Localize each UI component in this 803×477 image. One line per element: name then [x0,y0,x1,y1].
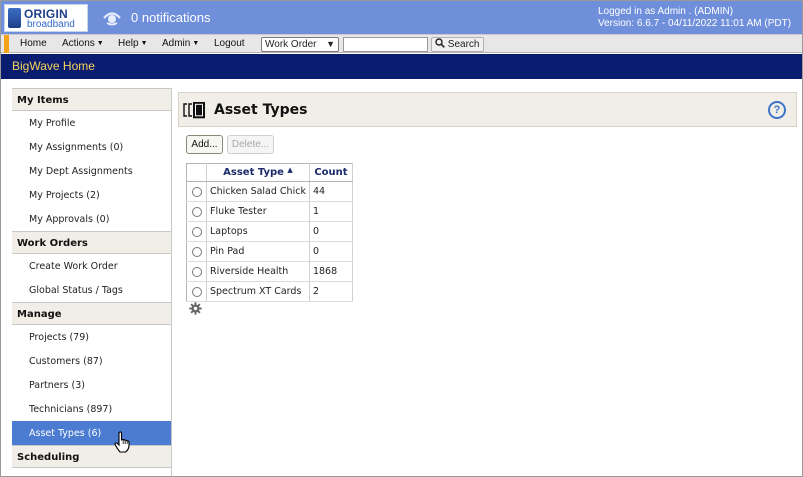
row-select[interactable] [186,281,207,302]
notification-bell-icon[interactable] [101,9,123,26]
sort-ascending-icon: ▲ [287,166,293,174]
asset-type-cell: Laptops [206,221,310,242]
sidebar-heading-manage: Manage [12,302,171,325]
app-window: ORIGIN broadband 0 notifications Logged … [0,0,803,477]
row-select[interactable] [186,181,207,202]
asset-type-cell: Fluke Tester [206,201,310,222]
logo-mark [8,8,21,28]
row-select[interactable] [186,241,207,262]
search-icon [435,38,445,48]
menu-actions[interactable]: Actions ▼ [62,38,104,49]
asset-type-cell: Pin Pad [206,241,310,262]
menu-actions-label: Actions [62,38,95,49]
search-type-select[interactable]: Work Order ▼ [261,37,339,52]
count-cell: 2 [309,281,353,302]
sidebar-item-global-status-tags[interactable]: Global Status / Tags [12,278,171,302]
menu-bar: Home Actions ▼ Help ▼ Admin ▼ Logout Work O… [1,34,802,53]
notifications[interactable]: 0 notifications [101,9,211,26]
count-cell: 1 [309,201,353,222]
sidebar: My Items My Profile My Assignments (0) M… [12,88,172,476]
logged-in-user: Logged in as Admin . (ADMIN) [598,6,734,17]
caret-down-icon: ▼ [192,40,200,47]
count-cell: 0 [309,241,353,262]
column-label-asset-type: Asset Type [223,167,284,178]
page-title: Asset Types [214,102,308,118]
sidebar-item-partners[interactable]: Partners (3) [12,373,171,397]
content-header: Asset Types ? [178,92,797,127]
sidebar-heading-my-items: My Items [12,88,171,111]
caret-down-icon: ▼ [96,40,104,47]
delete-button[interactable]: Delete... [227,135,274,154]
radio-button[interactable] [191,246,202,257]
table-row[interactable]: Spectrum XT Cards 2 [186,281,353,302]
company-logo[interactable]: ORIGIN broadband [4,4,88,32]
table-header-row: Asset Type ▲ Count [186,163,353,182]
table-row[interactable]: Riverside Health 1868 [186,261,353,282]
table-row[interactable]: Chicken Salad Chick 44 [186,181,353,202]
sidebar-item-create-work-order[interactable]: Create Work Order [12,254,171,278]
radio-button[interactable] [191,206,202,217]
menu-accent [4,35,9,53]
menu-logout-label: Logout [214,38,245,49]
asset-types-table: Asset Type ▲ Count Chicken Salad Chick 4… [186,163,353,302]
sidebar-item-my-profile[interactable]: My Profile [12,111,171,135]
table-row[interactable]: Fluke Tester 1 [186,201,353,222]
add-button[interactable]: Add... [186,135,223,154]
logo-line-2: broadband [27,19,75,30]
sidebar-item-my-approvals[interactable]: My Approvals (0) [12,207,171,231]
search-input[interactable] [343,37,428,52]
row-select[interactable] [186,221,207,242]
gear-icon[interactable] [189,302,202,315]
sidebar-item-customers[interactable]: Customers (87) [12,349,171,373]
radio-button[interactable] [191,186,202,197]
search-type-value: Work Order [265,39,317,50]
sidebar-item-my-assignments[interactable]: My Assignments (0) [12,135,171,159]
notifications-count[interactable]: 0 notifications [131,10,211,25]
menu-admin-label: Admin [162,38,191,49]
asset-types-icon [183,102,205,119]
caret-down-icon: ▼ [140,40,148,47]
column-header-count[interactable]: Count [309,163,353,182]
table-row[interactable]: Laptops 0 [186,221,353,242]
menu-help[interactable]: Help ▼ [118,38,148,49]
sidebar-item-asset-types[interactable]: Asset Types (6) [12,421,171,445]
menu-admin[interactable]: Admin ▼ [162,38,199,49]
select-column-header [186,163,207,182]
top-banner: ORIGIN broadband 0 notifications Logged … [1,1,802,34]
sidebar-item-my-dept-assignments[interactable]: My Dept Assignments [12,159,171,183]
hand-pointer-icon [114,431,130,453]
radio-button[interactable] [191,286,202,297]
page-title-bar: BigWave Home [1,54,802,79]
menu-logout[interactable]: Logout [214,38,245,49]
chevron-down-icon: ▼ [326,39,335,49]
count-cell: 1868 [309,261,353,282]
row-select[interactable] [186,261,207,282]
radio-button[interactable] [191,266,202,277]
sidebar-heading-work-orders: Work Orders [12,231,171,254]
sidebar-item-my-projects[interactable]: My Projects (2) [12,183,171,207]
asset-type-cell: Spectrum XT Cards [206,281,310,302]
table-row[interactable]: Pin Pad 0 [186,241,353,262]
login-info: Logged in as Admin . (ADMIN) Version: 6.… [598,6,791,30]
column-header-asset-type[interactable]: Asset Type ▲ [206,163,310,182]
row-select[interactable] [186,201,207,222]
version-info: Version: 6.6.7 - 04/11/2022 11:01 AM (PD… [598,18,792,29]
menu-help-label: Help [118,38,139,49]
help-icon[interactable]: ? [768,101,786,119]
sidebar-item-projects[interactable]: Projects (79) [12,325,171,349]
search-button[interactable]: Search [431,37,484,52]
count-cell: 44 [309,181,353,202]
menu-home-label: Home [20,38,47,49]
sidebar-item-technicians[interactable]: Technicians (897) [12,397,171,421]
sidebar-heading-scheduling: Scheduling [12,445,171,468]
asset-type-cell: Riverside Health [206,261,310,282]
count-cell: 0 [309,221,353,242]
menu-home[interactable]: Home [20,38,47,49]
radio-button[interactable] [191,226,202,237]
asset-type-cell: Chicken Salad Chick [206,181,310,202]
search-button-label: Search [447,39,480,50]
